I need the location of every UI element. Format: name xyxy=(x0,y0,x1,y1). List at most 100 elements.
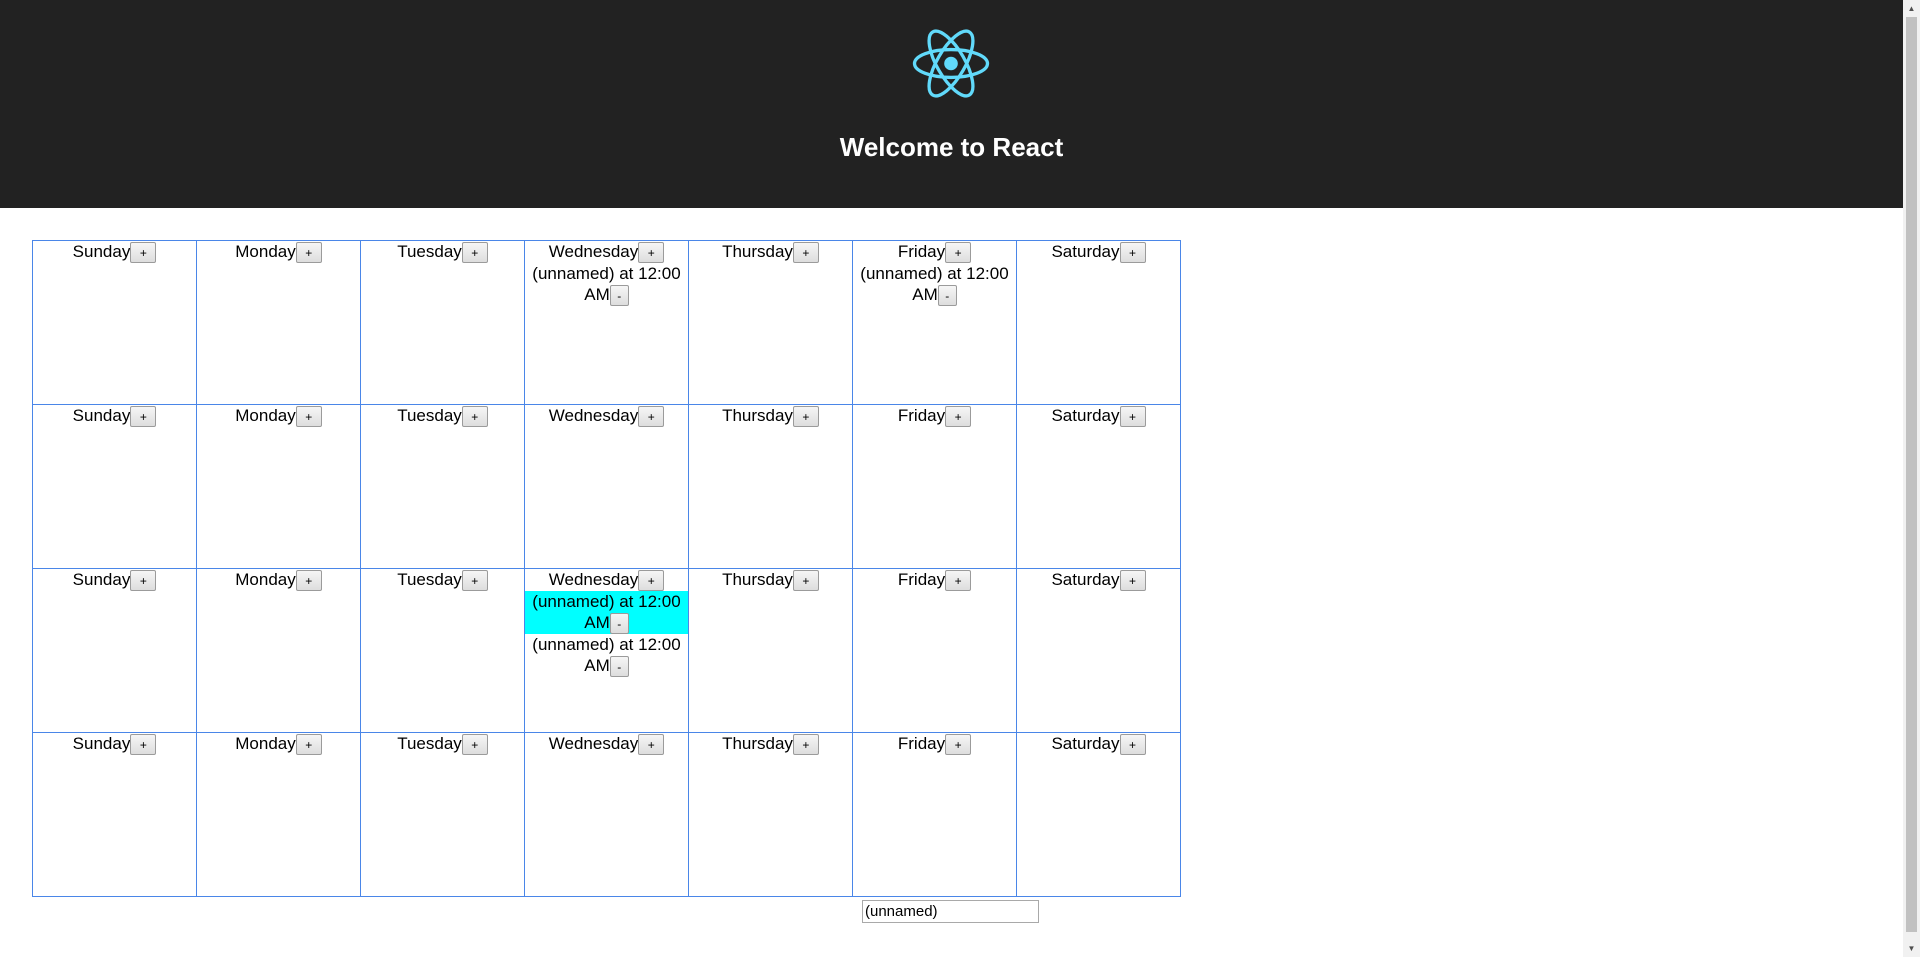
add-event-button[interactable]: + xyxy=(1119,570,1146,592)
day-name-label: Saturday xyxy=(1051,406,1120,425)
event-label[interactable]: (unnamed) at 12:00 AM xyxy=(532,592,680,632)
day-header: Wednesday + xyxy=(525,569,688,592)
day-cell-sunday: Sunday + xyxy=(32,404,197,569)
day-header: Saturday + xyxy=(1017,241,1180,264)
day-cell-monday: Monday + xyxy=(196,732,361,897)
add-event-button[interactable]: + xyxy=(295,242,322,264)
add-event-button[interactable]: + xyxy=(130,242,157,264)
add-event-button[interactable]: + xyxy=(945,406,972,428)
event-item[interactable]: (unnamed) at 12:00 AM - xyxy=(525,591,688,635)
remove-event-button[interactable]: - xyxy=(609,285,629,307)
day-cell-wednesday: Wednesday + (unnamed) at 12:00 AM - xyxy=(524,240,689,405)
add-event-button[interactable]: + xyxy=(638,242,665,264)
day-header: Thursday + xyxy=(689,405,852,428)
add-event-button[interactable]: + xyxy=(461,406,488,428)
day-cell-wednesday: Wednesday + (unnamed) at 12:00 AM - (unnamed… xyxy=(524,568,689,733)
day-name-label: Tuesday xyxy=(397,734,462,753)
calendar-week-row: Sunday + Monday + Tuesday + Wednesday + (unnamed… xyxy=(32,240,1181,405)
add-event-button[interactable]: + xyxy=(1119,406,1146,428)
day-header: Friday + xyxy=(853,405,1016,428)
day-name-label: Saturday xyxy=(1051,242,1120,261)
day-name-label: Wednesday xyxy=(548,734,639,753)
add-event-button[interactable]: + xyxy=(295,406,322,428)
day-name-label: Monday xyxy=(235,734,296,753)
add-event-button[interactable]: + xyxy=(945,570,972,592)
calendar-grid: Sunday + Monday + Tuesday + Wednesday + (unnamed… xyxy=(32,240,1181,897)
day-name-label: Saturday xyxy=(1051,734,1120,753)
scroll-up-icon[interactable]: ▲ xyxy=(1903,0,1920,17)
event-label[interactable]: (unnamed) at 12:00 AM xyxy=(532,264,680,304)
day-header: Friday + xyxy=(853,241,1016,264)
day-name-label: Thursday xyxy=(722,734,793,753)
add-event-button[interactable]: + xyxy=(792,734,819,756)
add-event-button[interactable]: + xyxy=(638,406,665,428)
day-name-label: Thursday xyxy=(722,406,793,425)
remove-event-button[interactable]: - xyxy=(609,613,629,635)
add-event-button[interactable]: + xyxy=(461,242,488,264)
day-cell-sunday: Sunday + xyxy=(32,240,197,405)
day-cell-monday: Monday + xyxy=(196,240,361,405)
calendar-week-row: Sunday + Monday + Tuesday + Wednesday + Thursday… xyxy=(32,404,1181,569)
day-cell-saturday: Saturday + xyxy=(1016,404,1181,569)
vertical-scrollbar[interactable]: ▲ ▼ xyxy=(1903,0,1920,957)
add-event-button[interactable]: + xyxy=(638,570,665,592)
add-event-button[interactable]: + xyxy=(461,734,488,756)
day-cell-sunday: Sunday + xyxy=(32,568,197,733)
scrollbar-thumb[interactable] xyxy=(1906,17,1917,932)
add-event-button[interactable]: + xyxy=(1119,734,1146,756)
page-title: Welcome to React xyxy=(839,132,1064,162)
day-name-label: Wednesday xyxy=(548,242,639,261)
add-event-button[interactable]: + xyxy=(295,734,322,756)
day-name-label: Wednesday xyxy=(548,570,639,589)
day-cell-wednesday: Wednesday + xyxy=(524,732,689,897)
day-header: Wednesday + xyxy=(525,241,688,264)
day-name-label: Sunday xyxy=(72,570,131,589)
add-event-button[interactable]: + xyxy=(792,570,819,592)
day-name-label: Tuesday xyxy=(397,242,462,261)
day-cell-tuesday: Tuesday + xyxy=(360,404,525,569)
day-header: Monday + xyxy=(197,241,360,264)
app-header: Welcome to React xyxy=(0,0,1903,208)
event-item[interactable]: (unnamed) at 12:00 AM - xyxy=(525,263,688,307)
day-header: Monday + xyxy=(197,569,360,592)
remove-event-button[interactable]: - xyxy=(609,656,629,678)
add-event-button[interactable]: + xyxy=(792,242,819,264)
day-header: Saturday + xyxy=(1017,733,1180,756)
add-event-button[interactable]: + xyxy=(638,734,665,756)
day-cell-sunday: Sunday + xyxy=(32,732,197,897)
remove-event-button[interactable]: - xyxy=(937,285,957,307)
day-name-label: Sunday xyxy=(72,734,131,753)
day-cell-monday: Monday + xyxy=(196,404,361,569)
event-label[interactable]: (unnamed) at 12:00 AM xyxy=(860,264,1008,304)
day-name-label: Thursday xyxy=(722,242,793,261)
day-name-label: Friday xyxy=(897,242,946,261)
event-name-input[interactable] xyxy=(862,900,1039,923)
add-event-button[interactable]: + xyxy=(1119,242,1146,264)
day-name-label: Friday xyxy=(897,406,946,425)
add-event-button[interactable]: + xyxy=(792,406,819,428)
add-event-button[interactable]: + xyxy=(130,734,157,756)
add-event-button[interactable]: + xyxy=(945,734,972,756)
add-event-button[interactable]: + xyxy=(945,242,972,264)
add-event-button[interactable]: + xyxy=(295,570,322,592)
day-cell-saturday: Saturday + xyxy=(1016,568,1181,733)
day-name-label: Thursday xyxy=(722,570,793,589)
add-event-button[interactable]: + xyxy=(130,570,157,592)
react-logo-icon xyxy=(912,29,990,98)
event-label[interactable]: (unnamed) at 12:00 AM xyxy=(532,635,680,675)
day-header: Sunday + xyxy=(33,569,196,592)
scroll-down-icon[interactable]: ▼ xyxy=(1903,940,1920,957)
day-cell-thursday: Thursday + xyxy=(688,240,853,405)
day-header: Tuesday + xyxy=(361,241,524,264)
day-name-label: Friday xyxy=(897,734,946,753)
event-item[interactable]: (unnamed) at 12:00 AM - xyxy=(525,634,688,678)
day-header: Tuesday + xyxy=(361,405,524,428)
day-header: Wednesday + xyxy=(525,405,688,428)
day-header: Wednesday + xyxy=(525,733,688,756)
day-cell-saturday: Saturday + xyxy=(1016,240,1181,405)
add-event-button[interactable]: + xyxy=(461,570,488,592)
event-item[interactable]: (unnamed) at 12:00 AM - xyxy=(853,263,1016,307)
day-name-label: Sunday xyxy=(72,242,131,261)
day-header: Monday + xyxy=(197,405,360,428)
add-event-button[interactable]: + xyxy=(130,406,157,428)
